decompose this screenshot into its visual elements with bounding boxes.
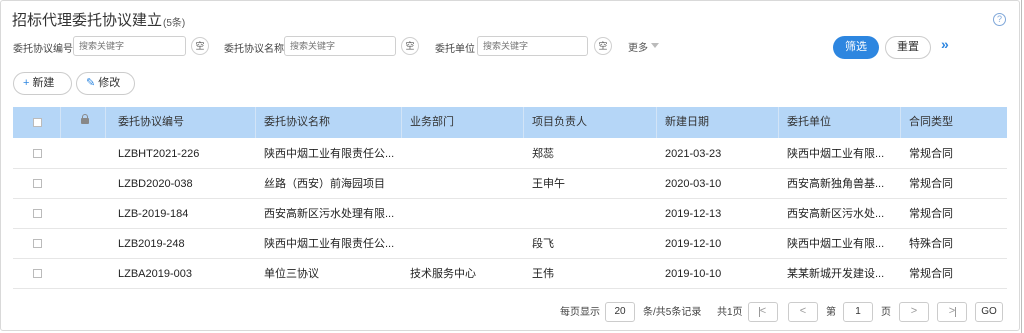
expand-icon[interactable]: »	[941, 36, 949, 52]
agreement-name-search-input[interactable]	[284, 36, 396, 56]
column-divider	[401, 107, 402, 138]
table-row[interactable]: LZBHT2021-226 陕西中烟工业有限责任公... 郑蕊 2021-03-…	[13, 139, 1007, 169]
cell-department	[410, 169, 525, 199]
last-page-button[interactable]: >	[937, 302, 967, 322]
cell-department	[410, 229, 525, 259]
new-button-label: 新建	[32, 77, 55, 89]
column-header-contract-type[interactable]: 合同类型	[909, 107, 953, 138]
agreement-no-search-input[interactable]	[73, 36, 186, 56]
column-header-agreement-name[interactable]: 委托协议名称	[264, 107, 330, 138]
go-button[interactable]: GO	[975, 302, 1003, 322]
per-page-input[interactable]: 20	[605, 302, 635, 322]
column-divider	[255, 107, 256, 138]
row-checkbox[interactable]	[33, 149, 42, 158]
table-row[interactable]: LZBD2020-038 丝路（西安）前海园项目 王申午 2020-03-10 …	[13, 169, 1007, 199]
column-divider	[900, 107, 901, 138]
cell-project-lead: 王申午	[532, 178, 565, 190]
filter-label-client-unit: 委托单位	[435, 44, 475, 55]
cell-contract-type: 常规合同	[909, 208, 953, 220]
cell-contract-type: 常规合同	[909, 268, 953, 280]
more-filters-toggle[interactable]: 更多	[628, 39, 648, 54]
filter-button[interactable]: 筛选	[833, 36, 879, 59]
column-header-client-unit[interactable]: 委托单位	[787, 107, 831, 138]
record-count: (5条)	[163, 18, 186, 29]
cell-agreement-no: LZBD2020-038	[118, 178, 193, 190]
column-divider	[656, 107, 657, 138]
column-divider	[60, 107, 61, 138]
edit-button[interactable]: ✎ 修改	[76, 72, 135, 95]
cell-client-unit: 西安高新区污水处...	[787, 208, 885, 220]
select-all-checkbox[interactable]	[33, 118, 42, 127]
cell-agreement-name: 西安高新区污水处理有限...	[264, 208, 395, 220]
caret-down-icon	[651, 43, 659, 48]
filter-label-agreement-no: 委托协议编号	[13, 44, 73, 55]
cell-created-date: 2021-03-23	[665, 148, 722, 160]
prev-page-button[interactable]: <	[788, 302, 818, 322]
cell-client-unit: 陕西中烟工业有限...	[787, 148, 885, 160]
client-unit-search-input[interactable]	[477, 36, 588, 56]
cell-agreement-name: 陕西中烟工业有限责任公...	[264, 238, 395, 250]
edit-button-label: 修改	[98, 77, 121, 89]
total-records-label: 条/共5条记录	[643, 307, 702, 318]
cell-agreement-name: 单位三协议	[264, 268, 319, 280]
cell-agreement-name: 丝路（西安）前海园项目	[264, 178, 385, 190]
table-row[interactable]: LZB-2019-184 西安高新区污水处理有限... 2019-12-13 西…	[13, 199, 1007, 229]
agreement-name-clear-button[interactable]: 空	[401, 37, 419, 55]
cell-project-lead: 段飞	[532, 238, 554, 250]
lock-icon	[81, 114, 89, 124]
column-header-agreement-no[interactable]: 委托协议编号	[118, 107, 184, 138]
column-divider	[778, 107, 779, 138]
first-page-button[interactable]: <	[748, 302, 778, 322]
column-header-department[interactable]: 业务部门	[410, 107, 454, 138]
cell-client-unit: 陕西中烟工业有限...	[787, 238, 885, 250]
per-page-label: 每页显示	[560, 307, 600, 318]
cell-department	[410, 139, 525, 169]
cell-agreement-name: 陕西中烟工业有限责任公...	[264, 148, 395, 160]
cell-client-unit: 西安高新独角兽基...	[787, 178, 885, 190]
plus-icon: +	[23, 77, 30, 89]
column-divider	[523, 107, 524, 138]
row-checkbox[interactable]	[33, 179, 42, 188]
cell-agreement-no: LZBHT2021-226	[118, 148, 200, 160]
column-header-project-lead[interactable]: 项目负责人	[532, 107, 587, 138]
client-unit-clear-button[interactable]: 空	[594, 37, 612, 55]
filter-label-agreement-name: 委托协议名称	[224, 44, 284, 55]
cell-department: 技术服务中心	[410, 268, 476, 280]
cell-agreement-no: LZB2019-248	[118, 238, 185, 250]
agreement-no-clear-button[interactable]: 空	[191, 37, 209, 55]
next-page-button[interactable]: >	[899, 302, 929, 322]
help-icon[interactable]: ?	[993, 13, 1006, 26]
total-pages-label: 共1页	[717, 307, 743, 318]
row-checkbox[interactable]	[33, 209, 42, 218]
cell-contract-type: 特殊合同	[909, 238, 953, 250]
cell-contract-type: 常规合同	[909, 178, 953, 190]
reset-button[interactable]: 重置	[885, 36, 931, 59]
cell-agreement-no: LZB-2019-184	[118, 208, 189, 220]
cell-created-date: 2019-10-10	[665, 268, 722, 280]
cell-agreement-no: LZBA2019-003	[118, 268, 192, 280]
cell-client-unit: 某某新城开发建设...	[787, 268, 885, 280]
cell-contract-type: 常规合同	[909, 148, 953, 160]
page-number-input[interactable]: 1	[843, 302, 873, 322]
table-header: 委托协议编号 委托协议名称 业务部门 项目负责人 新建日期 委托单位 合同类型	[13, 107, 1007, 138]
column-divider	[105, 107, 106, 138]
cell-project-lead: 郑蕊	[532, 148, 554, 160]
cell-project-lead: 王伟	[532, 268, 554, 280]
row-checkbox[interactable]	[33, 269, 42, 278]
table-row[interactable]: LZB2019-248 陕西中烟工业有限责任公... 段飞 2019-12-10…	[13, 229, 1007, 259]
cell-created-date: 2019-12-10	[665, 238, 722, 250]
page-prefix-label: 第	[826, 307, 836, 318]
cell-created-date: 2019-12-13	[665, 208, 722, 220]
cell-created-date: 2020-03-10	[665, 178, 722, 190]
page-title: 招标代理委托协议建立	[12, 12, 163, 29]
new-button[interactable]: + 新建	[13, 72, 72, 95]
edit-icon: ✎	[86, 77, 96, 89]
page-suffix-label: 页	[881, 307, 891, 318]
window-edge	[1021, 0, 1022, 333]
cell-department	[410, 199, 525, 229]
table-row[interactable]: LZBA2019-003 单位三协议 技术服务中心 王伟 2019-10-10 …	[13, 259, 1007, 289]
row-checkbox[interactable]	[33, 239, 42, 248]
column-header-created-date[interactable]: 新建日期	[665, 107, 709, 138]
cell-project-lead	[532, 199, 657, 229]
